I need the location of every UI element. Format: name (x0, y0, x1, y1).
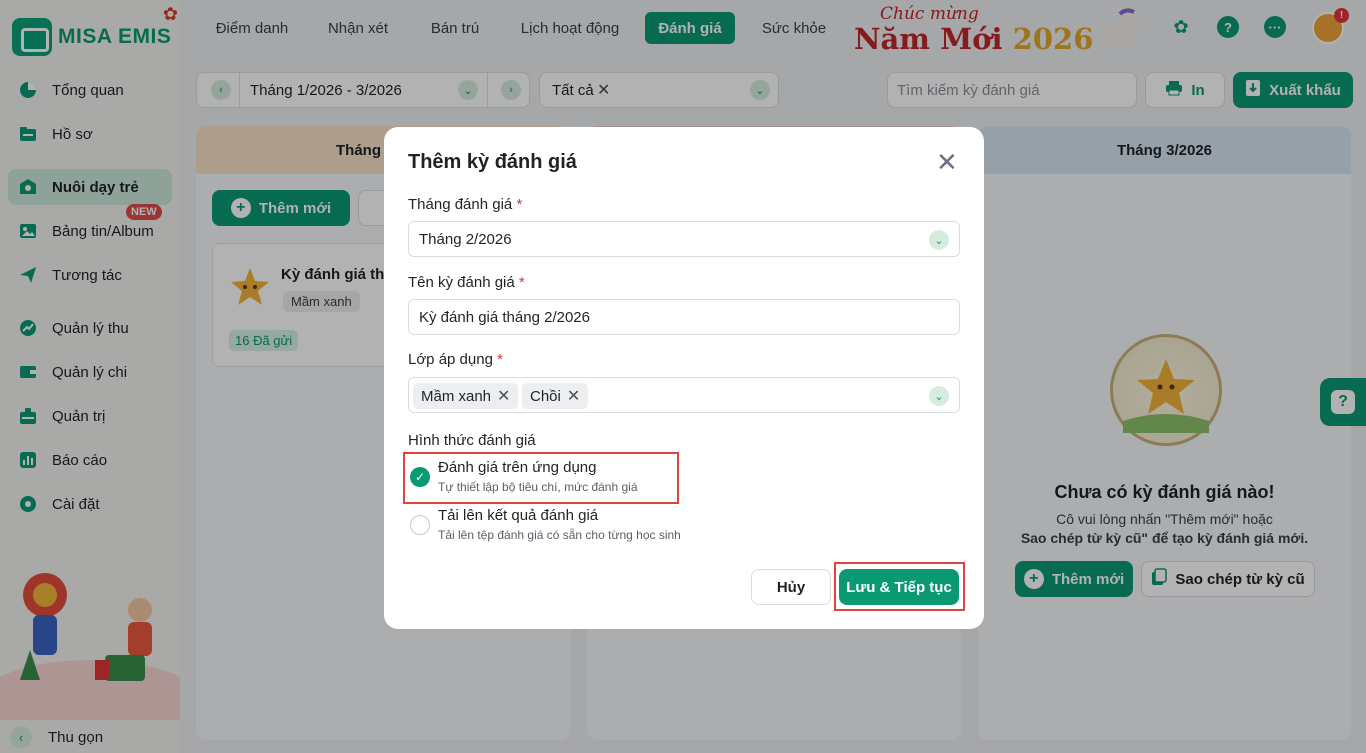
save-continue-button[interactable]: Lưu & Tiếp tục (839, 569, 959, 605)
period-name-input[interactable]: Kỳ đánh giá tháng 2/2026 (408, 299, 960, 335)
option-in-app-radio[interactable]: ✓ (410, 467, 430, 487)
remove-tag-icon[interactable]: ✕ (497, 386, 510, 406)
close-icon[interactable]: ✕ (936, 149, 958, 175)
remove-tag-icon[interactable]: ✕ (567, 386, 580, 406)
class-tag: Chồi ✕ (522, 383, 589, 409)
class-tag: Mầm xanh ✕ (413, 383, 519, 409)
period-name-value: Kỳ đánh giá tháng 2/2026 (419, 309, 590, 326)
month-value: Tháng 2/2026 (419, 231, 512, 248)
required-mark: * (516, 196, 523, 213)
name-field-label: Tên kỳ đánh giá * (408, 274, 525, 291)
option-in-app-title[interactable]: Đánh giá trên ứng dụng (438, 459, 597, 476)
dialog-title: Thêm kỳ đánh giá (408, 151, 577, 173)
label-text: Lớp áp dụng (408, 351, 493, 368)
month-select[interactable]: Tháng 2/2026 ⌄ (408, 221, 960, 257)
class-field-label: Lớp áp dụng * (408, 351, 503, 368)
option-upload-title[interactable]: Tải lên kết quả đánh giá (438, 507, 598, 524)
option-in-app-subtitle: Tự thiết lập bộ tiêu chí, mức đánh giá (438, 480, 638, 494)
add-evaluation-period-dialog: Thêm kỳ đánh giá ✕ Tháng đánh giá * Thán… (384, 127, 984, 629)
option-upload-subtitle: Tải lên tệp đánh giá có sẵn cho từng học… (438, 528, 681, 542)
month-field-label: Tháng đánh giá * (408, 196, 522, 213)
chevron-down-icon: ⌄ (929, 230, 949, 250)
label-text: Tháng đánh giá (408, 196, 513, 213)
chevron-down-icon: ⌄ (929, 386, 949, 406)
cancel-button[interactable]: Hủy (751, 569, 831, 605)
option-upload-radio[interactable] (410, 515, 430, 535)
class-tag-label: Mầm xanh (421, 387, 492, 405)
required-mark: * (497, 351, 503, 368)
class-multiselect[interactable]: Mầm xanh ✕ Chồi ✕ ⌄ (408, 377, 960, 413)
required-mark: * (518, 274, 525, 291)
class-tag-label: Chồi (530, 387, 561, 405)
label-text: Tên kỳ đánh giá (408, 274, 515, 291)
method-label: Hình thức đánh giá (408, 432, 536, 449)
